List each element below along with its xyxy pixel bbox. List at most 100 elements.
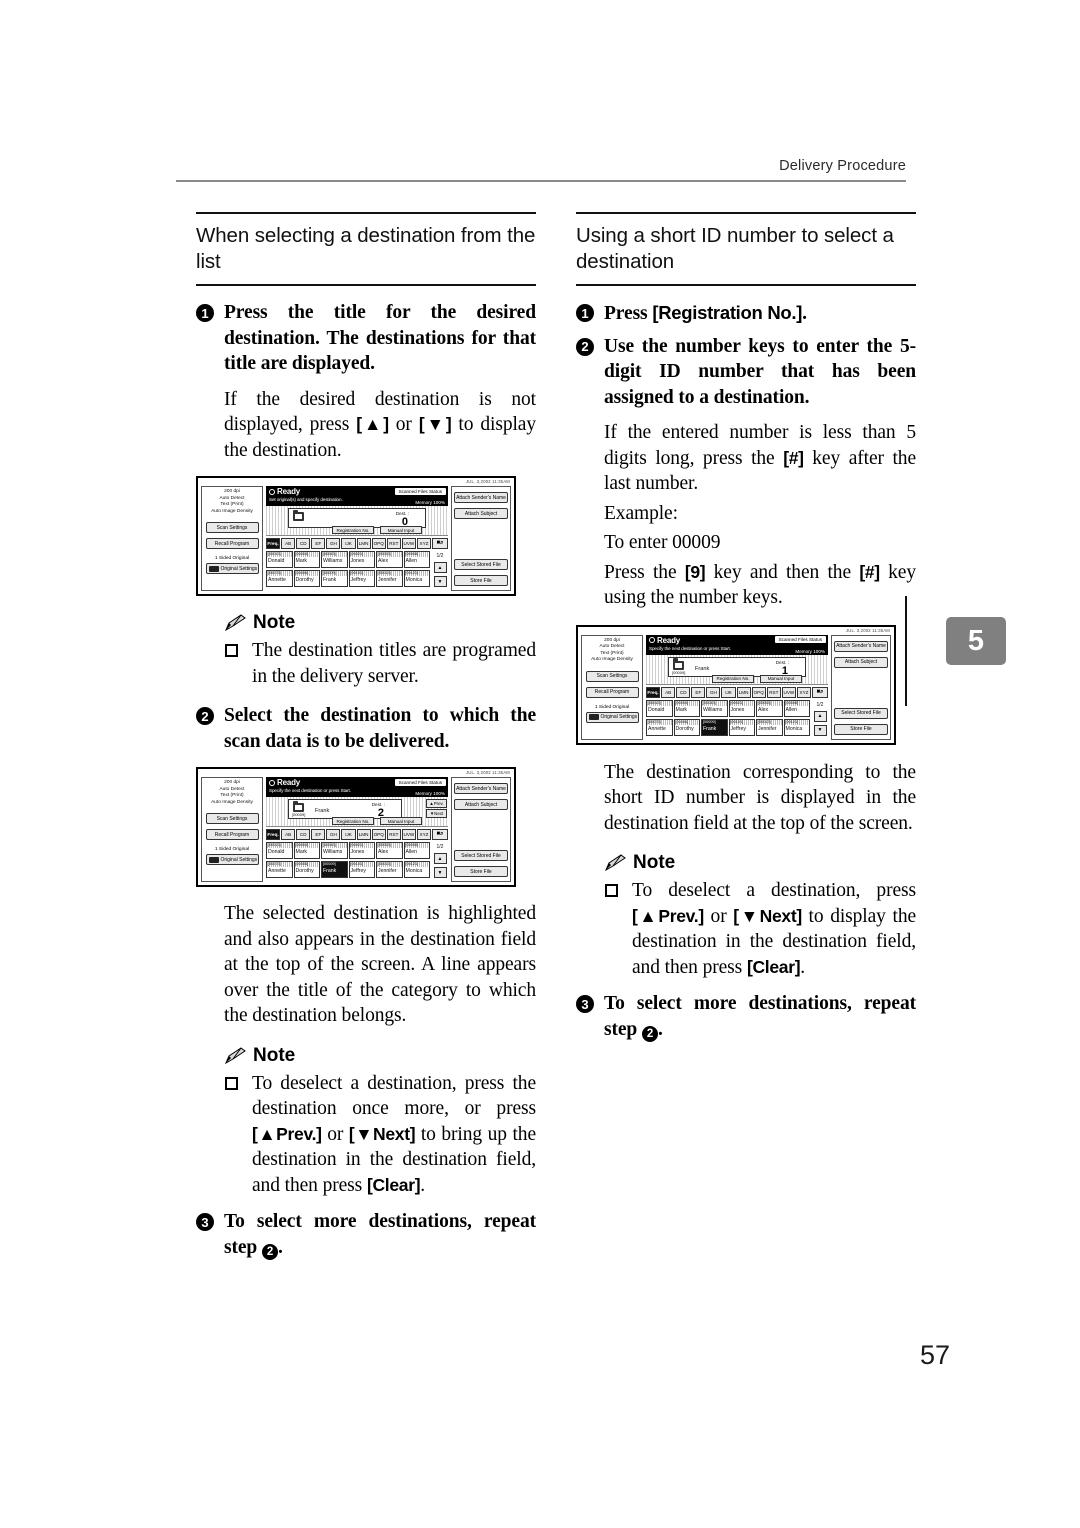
- lcd2-cell-2[interactable]: [00043] Williams: [321, 842, 348, 859]
- lcd3-tab-freq[interactable]: Freq.: [646, 686, 661, 698]
- lcd2-cell-3[interactable]: [00021] Jones: [348, 842, 375, 859]
- lcd2-next-button[interactable]: ▼Next: [426, 809, 447, 818]
- lcd2-tab-uvw[interactable]: UVW: [401, 829, 416, 840]
- lcd2-tab-gh[interactable]: GH: [326, 829, 341, 840]
- lcd2-cell-5[interactable]: [00008] Allen: [403, 842, 430, 859]
- lcd1-cell-4[interactable]: [00053] Alex: [376, 551, 403, 568]
- lcd1-tab-uvw[interactable]: UVW: [401, 538, 416, 549]
- lcd1-cell-8[interactable]: [00009] Frank: [321, 570, 348, 587]
- lcd3-cell-0[interactable]: [00013] Donald: [646, 699, 673, 717]
- lcd3-tab-ab[interactable]: AB: [661, 686, 676, 698]
- lcd3-tab-uvw[interactable]: UVW: [781, 686, 796, 698]
- lcd2-tab-ijk[interactable]: IJK: [341, 829, 356, 840]
- lcd2-select-stored-file-button[interactable]: Select Stored File: [454, 850, 508, 861]
- lcd1-cell-11[interactable]: [00121] Monica: [403, 570, 430, 587]
- lcd2-tab-lmn[interactable]: LMN: [356, 829, 371, 840]
- search-icon[interactable]: ■⌕: [432, 829, 449, 840]
- lcd3-attach-subject-button[interactable]: Attach Subject: [834, 656, 888, 668]
- lcd2-cell-9[interactable]: [00101] Jeffrey: [348, 861, 375, 878]
- lcd1-cell-10[interactable]: [00013] Jennifer: [376, 570, 403, 587]
- lcd3-tab-cd[interactable]: CD: [676, 686, 691, 698]
- lcd1-cell-3[interactable]: [00021] Jones: [348, 551, 375, 568]
- lcd3-attach-sender-button[interactable]: Attach Sender's Name: [834, 640, 888, 652]
- lcd2-scroll-up-button[interactable]: ▲: [433, 853, 447, 864]
- search-icon[interactable]: ■⌕: [812, 686, 829, 698]
- search-icon[interactable]: ■⌕: [432, 538, 449, 549]
- lcd1-cell-5[interactable]: [00008] Allen: [403, 551, 430, 568]
- lcd3-cell-8-selected[interactable]: [00009] Frank: [701, 718, 728, 736]
- lcd1-tab-opq[interactable]: OPQ: [371, 538, 386, 549]
- lcd2-tab-rst[interactable]: RST: [386, 829, 401, 840]
- lcd2-attach-subject-button[interactable]: Attach Subject: [454, 799, 508, 810]
- lcd2-tab-opq[interactable]: OPQ: [371, 829, 386, 840]
- lcd3-tab-lmn[interactable]: LMN: [736, 686, 751, 698]
- lcd1-registration-no-button[interactable]: Registration No.: [332, 526, 374, 534]
- lcd1-cell-7[interactable]: [00006] Dorothy: [293, 570, 320, 587]
- lcd2-cell-6[interactable]: [00073] Annette: [266, 861, 293, 878]
- lcd2-attach-sender-button[interactable]: Attach Sender's Name: [454, 783, 508, 794]
- lcd2-cell-7[interactable]: [00006] Dorothy: [293, 861, 320, 878]
- lcd3-manual-input-button[interactable]: Manual Input: [760, 674, 802, 683]
- lcd3-scroll-down-button[interactable]: ▼: [813, 724, 827, 736]
- lcd3-cell-6[interactable]: [00073] Annette: [646, 718, 673, 736]
- lcd2-manual-input-button[interactable]: Manual Input: [380, 817, 422, 825]
- lcd2-recall-program-button[interactable]: Recall Program: [205, 829, 259, 841]
- lcd1-tab-xyz[interactable]: XYZ: [416, 538, 432, 549]
- lcd1-cell-1[interactable]: [00004] Mark: [293, 551, 320, 568]
- lcd1-attach-sender-button[interactable]: Attach Sender's Name: [454, 492, 508, 503]
- lcd1-scroll-up-button[interactable]: ▲: [433, 562, 447, 573]
- lcd3-cell-11[interactable]: [00121] Monica: [783, 718, 810, 736]
- lcd1-cell-6[interactable]: [00073] Annette: [266, 570, 293, 587]
- lcd3-tab-ijk[interactable]: IJK: [721, 686, 736, 698]
- lcd3-cell-9[interactable]: [00101] Jeffrey: [728, 718, 755, 736]
- lcd3-store-file-button[interactable]: Store File: [834, 723, 888, 735]
- lcd3-tab-xyz[interactable]: XYZ: [796, 686, 812, 698]
- lcd1-tab-ef[interactable]: EF: [311, 538, 326, 549]
- lcd1-tab-rst[interactable]: RST: [386, 538, 401, 549]
- lcd1-recall-program-button[interactable]: Recall Program: [205, 538, 259, 550]
- lcd2-tab-ab[interactable]: AB: [281, 829, 296, 840]
- lcd3-scanned-files-status-button[interactable]: Scanned Files Status: [774, 636, 826, 643]
- lcd3-scan-settings-button[interactable]: Scan Settings: [585, 670, 639, 682]
- lcd1-scan-settings-button[interactable]: Scan Settings: [205, 522, 259, 534]
- lcd1-tab-ab[interactable]: AB: [281, 538, 296, 549]
- lcd2-tab-cd[interactable]: CD: [296, 829, 311, 840]
- lcd2-scroll-down-button[interactable]: ▼: [433, 867, 447, 878]
- lcd1-manual-input-button[interactable]: Manual Input: [380, 526, 422, 534]
- lcd2-cell-11[interactable]: [00121] Monica: [403, 861, 430, 878]
- lcd3-registration-no-button[interactable]: Registration No.: [712, 674, 754, 683]
- lcd2-store-file-button[interactable]: Store File: [454, 866, 508, 877]
- lcd3-original-settings-button[interactable]: Original Settings: [585, 711, 639, 723]
- lcd2-cell-8-selected[interactable]: [00009] Frank: [321, 861, 348, 878]
- lcd1-tab-cd[interactable]: CD: [296, 538, 311, 549]
- lcd1-tab-freq[interactable]: Freq.: [266, 538, 281, 549]
- lcd1-original-settings-button[interactable]: Original Settings: [205, 563, 259, 575]
- lcd2-cell-4[interactable]: [00053] Alex: [376, 842, 403, 859]
- lcd3-cell-3[interactable]: [00021] Jones: [728, 699, 755, 717]
- lcd3-cell-2[interactable]: [00043] Williams: [701, 699, 728, 717]
- lcd1-attach-subject-button[interactable]: Attach Subject: [454, 508, 508, 519]
- lcd1-select-stored-file-button[interactable]: Select Stored File: [454, 559, 508, 570]
- lcd2-tab-ef[interactable]: EF: [311, 829, 326, 840]
- lcd1-tab-gh[interactable]: GH: [326, 538, 341, 549]
- lcd1-tab-lmn[interactable]: LMN: [356, 538, 371, 549]
- lcd1-tab-ijk[interactable]: IJK: [341, 538, 356, 549]
- lcd2-tab-xyz[interactable]: XYZ: [416, 829, 432, 840]
- lcd3-cell-7[interactable]: [00006] Dorothy: [673, 718, 700, 736]
- lcd2-tab-freq[interactable]: Freq.: [266, 829, 281, 840]
- lcd3-cell-4[interactable]: [00053] Alex: [756, 699, 783, 717]
- lcd2-scanned-files-status-button[interactable]: Scanned Files Status: [394, 778, 446, 786]
- lcd2-registration-no-button[interactable]: Registration No.: [332, 817, 374, 825]
- lcd3-tab-ef[interactable]: EF: [691, 686, 706, 698]
- lcd2-cell-10[interactable]: [00013] Jennifer: [376, 861, 403, 878]
- lcd3-select-stored-file-button[interactable]: Select Stored File: [834, 707, 888, 719]
- lcd3-tab-gh[interactable]: GH: [706, 686, 721, 698]
- lcd1-cell-9[interactable]: [00101] Jeffrey: [348, 570, 375, 587]
- lcd1-store-file-button[interactable]: Store File: [454, 575, 508, 586]
- lcd2-original-settings-button[interactable]: Original Settings: [205, 854, 259, 866]
- lcd3-cell-10[interactable]: [00013] Jennifer: [756, 718, 783, 736]
- lcd3-scroll-up-button[interactable]: ▲: [813, 710, 827, 722]
- lcd3-recall-program-button[interactable]: Recall Program: [585, 686, 639, 698]
- lcd3-tab-opq[interactable]: OPQ: [751, 686, 766, 698]
- lcd1-cell-2[interactable]: [00043] Williams: [321, 551, 348, 568]
